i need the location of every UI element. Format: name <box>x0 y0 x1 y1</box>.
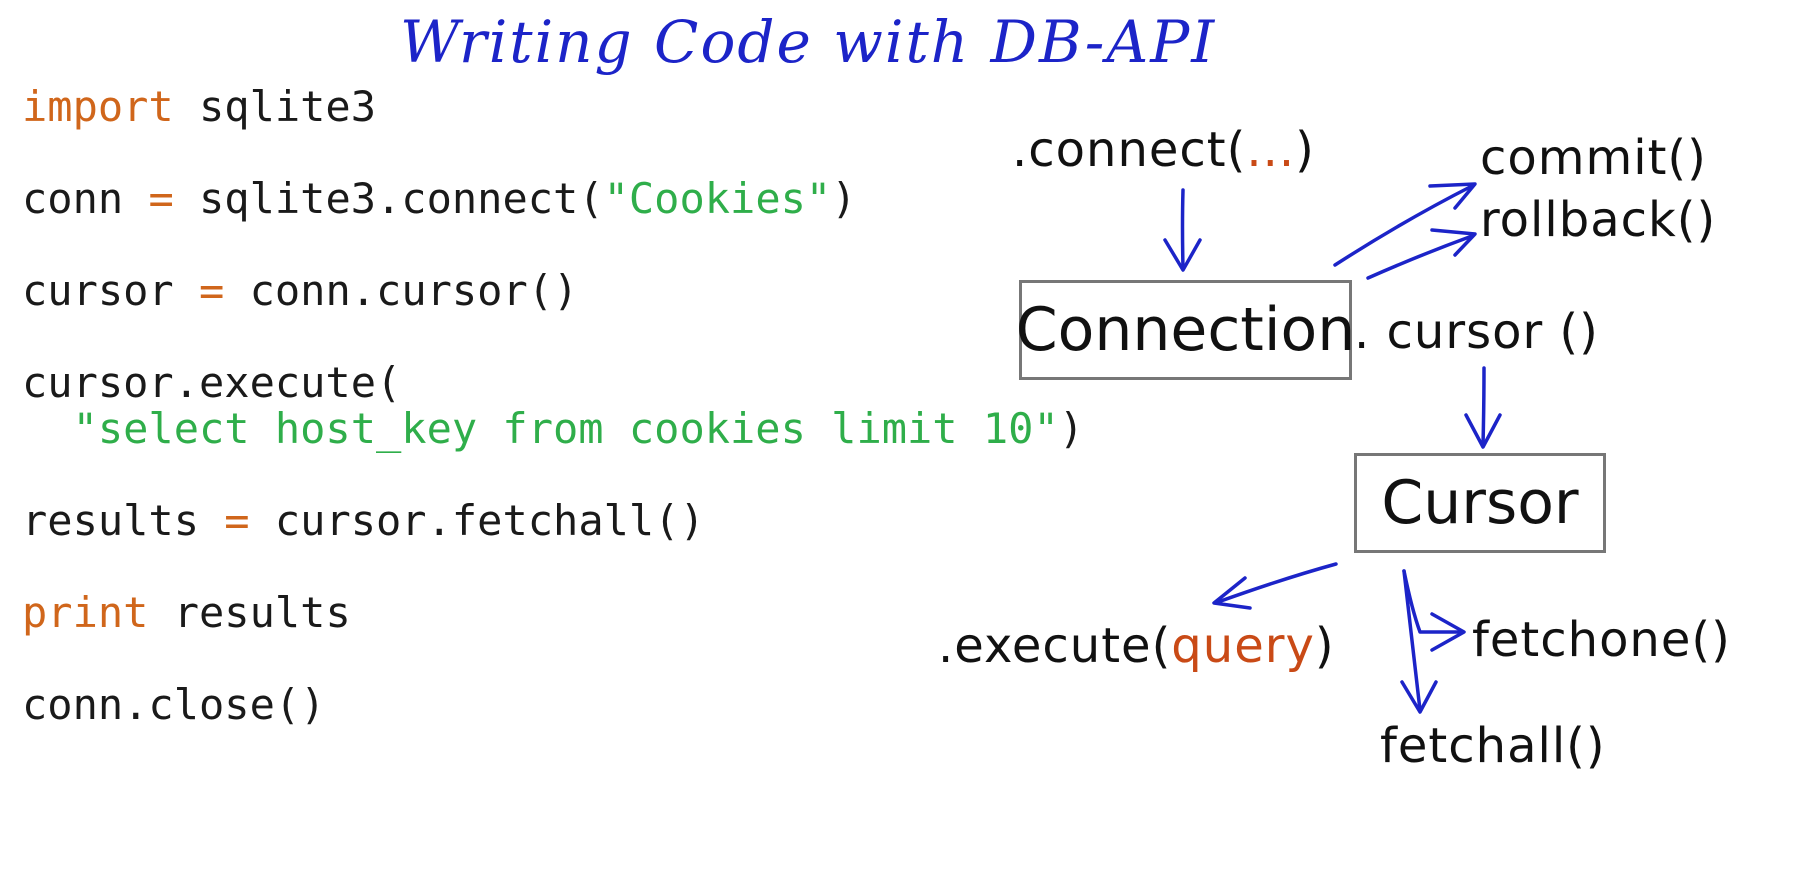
arrow-to-rollback <box>1366 228 1477 280</box>
execute-prefix: .execute( <box>938 618 1172 674</box>
fetchall-label: fetchall() <box>1380 718 1606 774</box>
connection-box-label: Connection <box>1015 295 1356 365</box>
cursor-box-label: Cursor <box>1381 468 1579 538</box>
cursor-method-label: . cursor () <box>1354 304 1599 360</box>
arrow-to-commit <box>1333 182 1477 267</box>
arrow-cursor-to-cursor-box <box>1464 366 1502 449</box>
commit-label: commit() <box>1480 130 1707 186</box>
connect-prefix: .connect( <box>1012 122 1247 178</box>
execute-method-label: .execute(query) <box>938 618 1335 674</box>
execute-query-arg: query <box>1171 618 1315 674</box>
connect-method-label: .connect(...) <box>1012 122 1315 178</box>
arrow-to-fetchall <box>1400 569 1438 714</box>
execute-suffix: ) <box>1314 618 1335 674</box>
fetchone-label: fetchone() <box>1472 612 1731 668</box>
connect-suffix: ) <box>1295 122 1315 178</box>
arrow-connect-to-connection <box>1163 188 1202 272</box>
connect-args: ... <box>1246 122 1296 178</box>
connection-box: Connection <box>1016 280 1355 380</box>
rollback-label: rollback() <box>1480 192 1717 248</box>
arrow-to-execute <box>1212 562 1338 610</box>
cursor-box: Cursor <box>1354 453 1606 553</box>
